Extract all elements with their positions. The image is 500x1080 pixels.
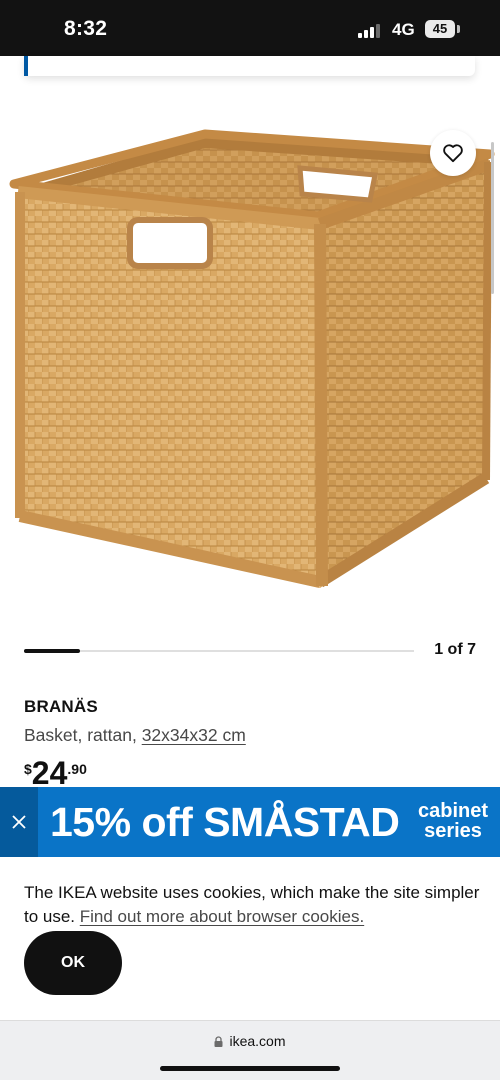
status-time: 8:32	[64, 17, 108, 40]
home-indicator[interactable]	[160, 1066, 340, 1071]
price-integer: 24	[31, 757, 68, 789]
url-display[interactable]: ikea.com	[0, 1033, 500, 1049]
product-size-link[interactable]: 32x34x32 cm	[142, 725, 246, 745]
product-type: Basket, rattan,	[24, 725, 142, 745]
battery-icon: 45	[425, 20, 455, 38]
signal-strength-icon	[358, 24, 382, 38]
promo-headline: 15% off SMÅSTAD	[50, 799, 400, 845]
carousel-progress	[24, 649, 80, 653]
price-currency: $	[24, 761, 32, 777]
product-price: $24.90	[24, 757, 87, 789]
lock-icon	[214, 1036, 223, 1047]
carousel-track[interactable]	[24, 650, 414, 652]
promo-banner[interactable]: 15% off SMÅSTAD cabinet series	[0, 787, 500, 857]
carousel-counter: 1 of 7	[434, 641, 476, 658]
price-decimal: .90	[67, 761, 87, 777]
product-description: Basket, rattan, 32x34x32 cm	[24, 725, 246, 746]
cookie-text: The IKEA website uses cookies, which mak…	[24, 881, 484, 929]
cookie-info-link[interactable]: Find out more about browser cookies.	[80, 907, 364, 926]
promo-subline: cabinet series	[413, 801, 493, 841]
image-scrollbar[interactable]	[491, 142, 494, 294]
product-image[interactable]	[0, 120, 500, 610]
cookie-notice: The IKEA website uses cookies, which mak…	[0, 857, 500, 1020]
promo-subline-1: cabinet	[417, 800, 489, 822]
cookie-ok-button[interactable]: OK	[24, 931, 122, 995]
battery-cap	[457, 25, 460, 33]
promo-subline-2: series	[424, 820, 482, 842]
product-name: BRANÄS	[24, 697, 98, 716]
top-info-card	[24, 56, 475, 76]
promo-close-button[interactable]	[0, 787, 38, 857]
heart-outline-icon	[443, 144, 463, 163]
wishlist-button[interactable]	[430, 130, 476, 176]
url-text: ikea.com	[229, 1033, 286, 1049]
browser-address-bar[interactable]: ikea.com	[0, 1020, 500, 1080]
network-type: 4G	[392, 20, 415, 39]
status-bar: 8:32 4G 45	[0, 0, 500, 56]
close-icon	[12, 815, 26, 829]
card-accent-bar	[24, 56, 28, 76]
